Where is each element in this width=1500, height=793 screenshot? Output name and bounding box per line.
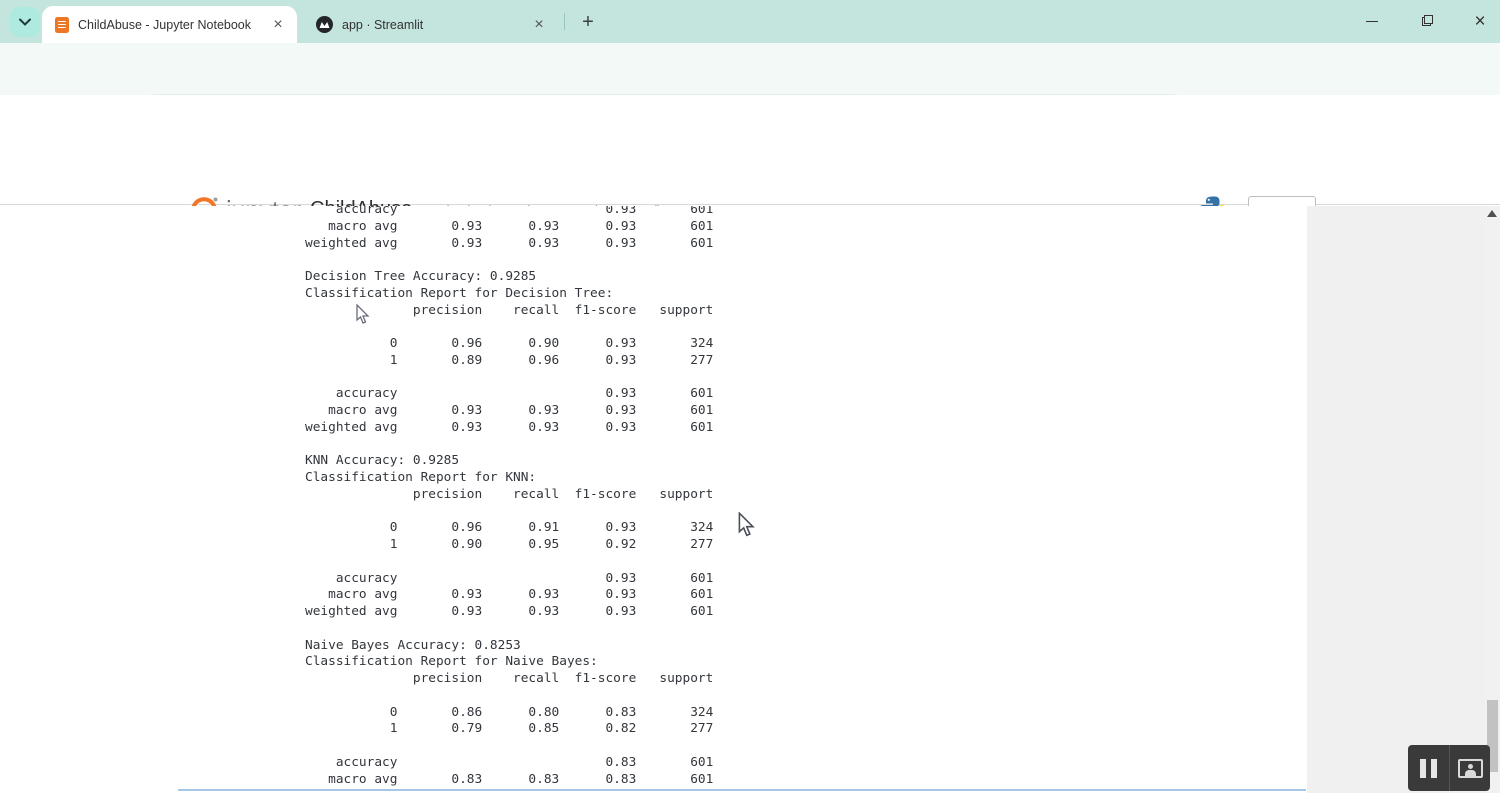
browser-tab-strip: ChildAbuse - Jupyter Notebook × app · St… (0, 0, 1500, 43)
browser-toolbar: ← → ↻ localhost:8888/notebooks/ChildAbus… (0, 43, 1500, 95)
window-restore-button[interactable] (1403, 0, 1449, 43)
jupyter-book-icon (55, 17, 69, 33)
close-tab-icon[interactable]: × (530, 16, 548, 34)
streamlit-icon (316, 16, 333, 33)
tab-streamlit[interactable]: app · Streamlit × (303, 6, 558, 43)
window-minimize-button[interactable] (1349, 0, 1395, 43)
pause-recording-button[interactable] (1408, 759, 1449, 778)
page-gutter (1307, 206, 1500, 793)
jupyter-header: jupyter ChildAbuse Last Checkpoint: an h… (0, 95, 1500, 205)
notebook-scroll-area[interactable]: accuracy 0.93 601 macro avg 0.93 0.93 0.… (0, 206, 1500, 793)
tab-jupyter-notebook[interactable]: ChildAbuse - Jupyter Notebook × (42, 6, 297, 43)
new-tab-button[interactable]: + (574, 8, 602, 36)
next-cell-border (178, 789, 1306, 791)
chevron-down-icon (19, 18, 31, 26)
tab-title: app · Streamlit (342, 18, 530, 32)
window-close-button[interactable]: × (1457, 0, 1500, 43)
cell-output-text: accuracy 0.93 601 macro avg 0.93 0.93 0.… (305, 206, 713, 788)
recording-control-overlay (1408, 745, 1490, 791)
tab-title: ChildAbuse - Jupyter Notebook (78, 18, 269, 32)
tab-divider (564, 13, 565, 30)
close-tab-icon[interactable]: × (269, 16, 287, 34)
scrollbar-up-arrow[interactable] (1487, 210, 1497, 217)
webcam-pip-button[interactable] (1450, 759, 1490, 778)
tab-search-button[interactable] (10, 7, 40, 37)
